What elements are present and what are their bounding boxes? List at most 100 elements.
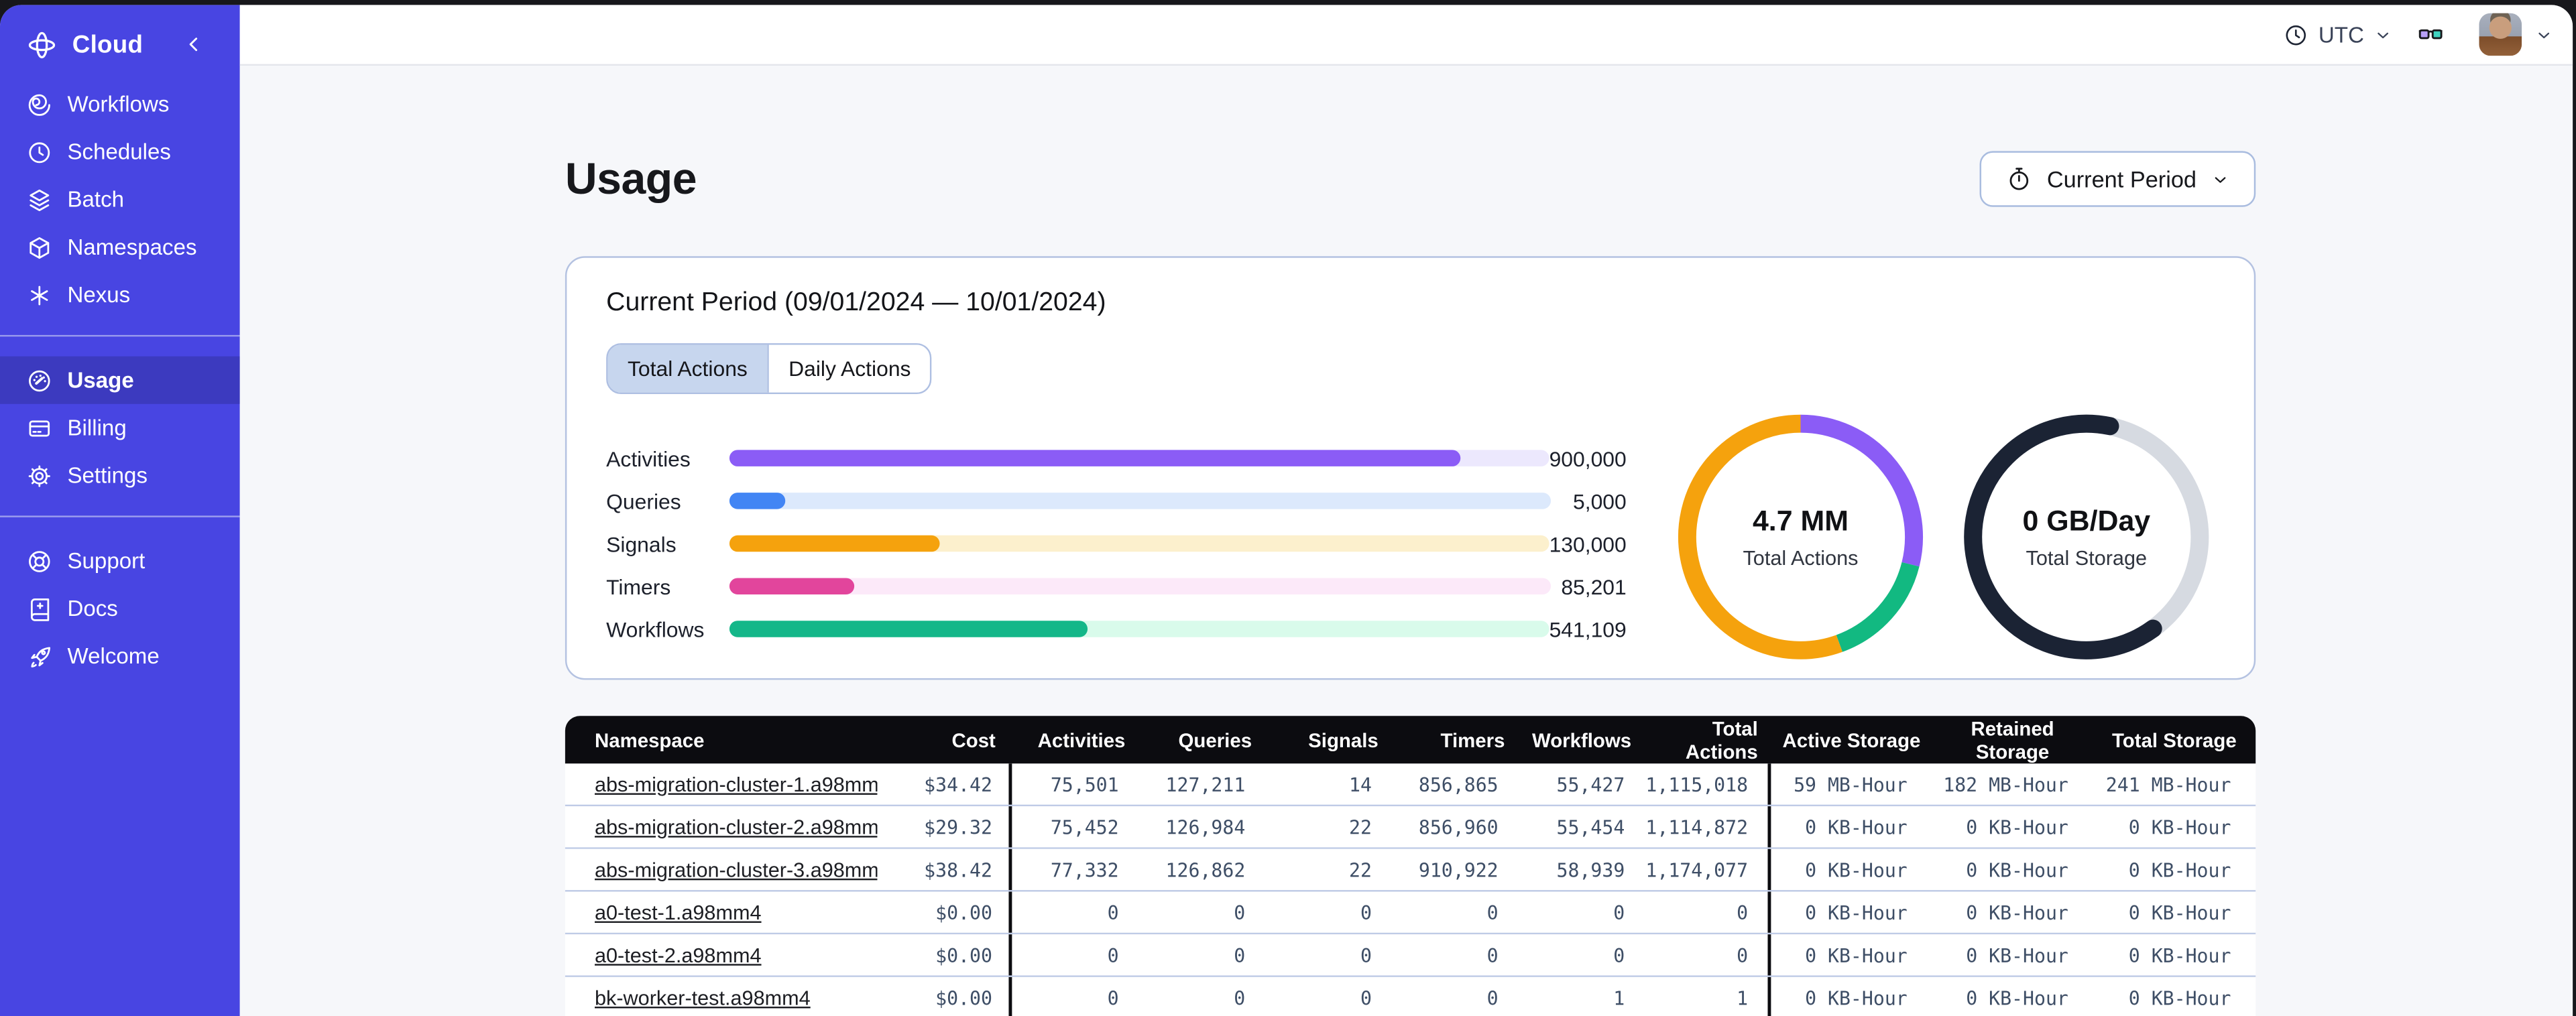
namespace-cell: a0-test-1.a98mm4 [565,901,878,924]
table-cell: $29.32 [877,806,1012,848]
schedules-icon [26,139,52,165]
topbar: UTC [239,5,2573,66]
glasses-icon[interactable] [2418,22,2453,47]
column-header: Total Storage [2112,728,2237,751]
total-storage-label: Total Storage [2026,546,2148,570]
table-cell: 1 [1645,976,1771,1016]
table-cell: 0 [1360,900,1372,924]
period-selector-button[interactable]: Current Period [1979,151,2256,207]
table-cell: 0 KB-Hour [1966,815,2068,838]
sidebar-item-support[interactable]: Support [0,537,240,584]
table-cell: 58,939 [1556,858,1625,881]
table-cell: 59 MB-Hour [1794,772,1908,796]
table-cell: 55,427 [1556,772,1625,796]
usage-summary-card: Current Period (09/01/2024 — 10/01/2024)… [565,256,2256,680]
sidebar-item-nexus[interactable]: Nexus [0,271,240,318]
namespace-link[interactable]: a0-test-1.a98mm4 [595,901,762,924]
namespace-link[interactable]: abs-migration-cluster-1.a98mm4 [595,773,877,796]
table-cell: 0 [1107,943,1119,966]
table-cell: 0 KB-Hour [1805,815,1908,838]
column-header: Signals [1308,728,1379,751]
table-cell: 0 KB-Hour [1966,858,2068,881]
bar-fill [729,450,1461,466]
column-header: Total Actions [1685,716,1758,763]
namespace-link[interactable]: abs-migration-cluster-3.a98mm4 [595,858,877,881]
settings-icon [26,462,52,489]
table-cell: 0 KB-Hour [2128,900,2231,924]
chevron-down-icon [2211,170,2229,188]
sidebar: Cloud Workflows Schedules Batch Namespaces N… [0,5,240,1016]
column-header: Retained Storage [1971,716,2054,763]
namespace-link[interactable]: abs-migration-cluster-2.a98mm4 [595,816,877,838]
table-cell: 0 [1486,986,1499,1009]
table-cell: 856,960 [1418,815,1499,838]
avatar[interactable] [2479,13,2522,56]
table-cell: 0 KB-Hour [1805,986,1908,1009]
bar-track [729,578,1552,594]
column-header: Cost [951,728,996,751]
table-cell: 75,501 [1050,772,1119,796]
sidebar-item-docs[interactable]: Docs [0,584,240,632]
main-area: UTC Usage Current Period Current Period … [239,5,2573,1016]
table-cell: 55,454 [1556,815,1625,838]
bar-row-activities: Activities 900,000 [606,446,1627,470]
bar-value: 900,000 [1549,446,1627,470]
sidebar-item-settings[interactable]: Settings [0,452,240,499]
table-cell: 0 KB-Hour [1966,900,2068,924]
sidebar-item-billing[interactable]: Billing [0,404,240,452]
table-header: Namespace Cost Activities Queries Signals Tim… [565,716,2256,764]
bar-fill [729,578,855,594]
table-cell: 77,332 [1050,858,1119,881]
period-selector-label: Current Period [2046,166,2197,192]
bar-row-workflows: Workflows 541,109 [606,617,1627,641]
column-header: Activities [1037,728,1126,751]
usage-icon [26,367,52,393]
bar-label: Timers [606,574,671,599]
bar-label: Queries [606,488,681,513]
table-cell: 0 KB-Hour [2128,858,2231,881]
table-row: a0-test-1.a98mm4 $0.00 0 0 0 0 0 0 0 KB-Hour 0 KB… [565,891,2256,935]
user-menu[interactable] [2479,13,2553,56]
namespace-link[interactable]: bk-worker-test.a98mm4 [595,986,811,1009]
total-actions-label: Total Actions [1743,546,1859,570]
table-cell: 0 [1486,900,1499,924]
batch-icon [26,186,52,212]
namespace-cell: abs-migration-cluster-1.a98mm4 [565,773,877,796]
table-cell: 0 [1645,891,1771,933]
table-cell: 75,452 [1050,815,1119,838]
tab-daily-actions[interactable]: Daily Actions [767,344,931,393]
sidebar-item-usage[interactable]: Usage [0,356,240,404]
sidebar-item-workflows[interactable]: Workflows [0,80,240,128]
sidebar-item-batch[interactable]: Batch [0,176,240,223]
table-cell: 0 KB-Hour [2128,986,2231,1009]
bar-row-signals: Signals 130,000 [606,531,1627,556]
table-row: bk-worker-test.a98mm4 $0.00 0 0 0 0 1 1 0 KB-Hou… [565,976,2256,1016]
sidebar-item-welcome[interactable]: Welcome [0,632,240,680]
sidebar-item-namespaces[interactable]: Namespaces [0,223,240,271]
table-cell: 0 KB-Hour [2128,815,2231,838]
content: Usage Current Period Current Period (09/… [239,66,2573,1016]
table-cell: 0 [1107,986,1119,1009]
table-cell: 1 [1613,986,1625,1009]
total-actions-donut: 4.7 MM Total Actions [1678,414,1924,660]
bar-track [729,493,1552,509]
table-cell: 0 [1613,900,1625,924]
namespace-link[interactable]: a0-test-2.a98mm4 [595,944,762,966]
sidebar-item-schedules[interactable]: Schedules [0,128,240,176]
table-cell: 0 [1645,934,1771,976]
tab-total-actions[interactable]: Total Actions [607,344,768,393]
table-cell: 0 KB-Hour [1805,900,1908,924]
column-header: Active Storage [1782,728,1921,751]
chevron-down-icon [2535,25,2553,44]
table-cell: 856,865 [1418,772,1499,796]
actions-tabs: Total Actions Daily Actions [606,343,933,395]
namespaces-icon [26,234,52,260]
table-cell: 182 MB-Hour [1943,772,2068,796]
table-cell: 126,862 [1165,858,1246,881]
chevron-left-icon[interactable] [182,33,205,56]
billing-icon [26,415,52,441]
bar-value: 5,000 [1573,488,1627,513]
timezone-dropdown[interactable]: UTC [2284,22,2392,47]
table-cell: 0 [1486,943,1499,966]
bar-track [729,621,1549,637]
